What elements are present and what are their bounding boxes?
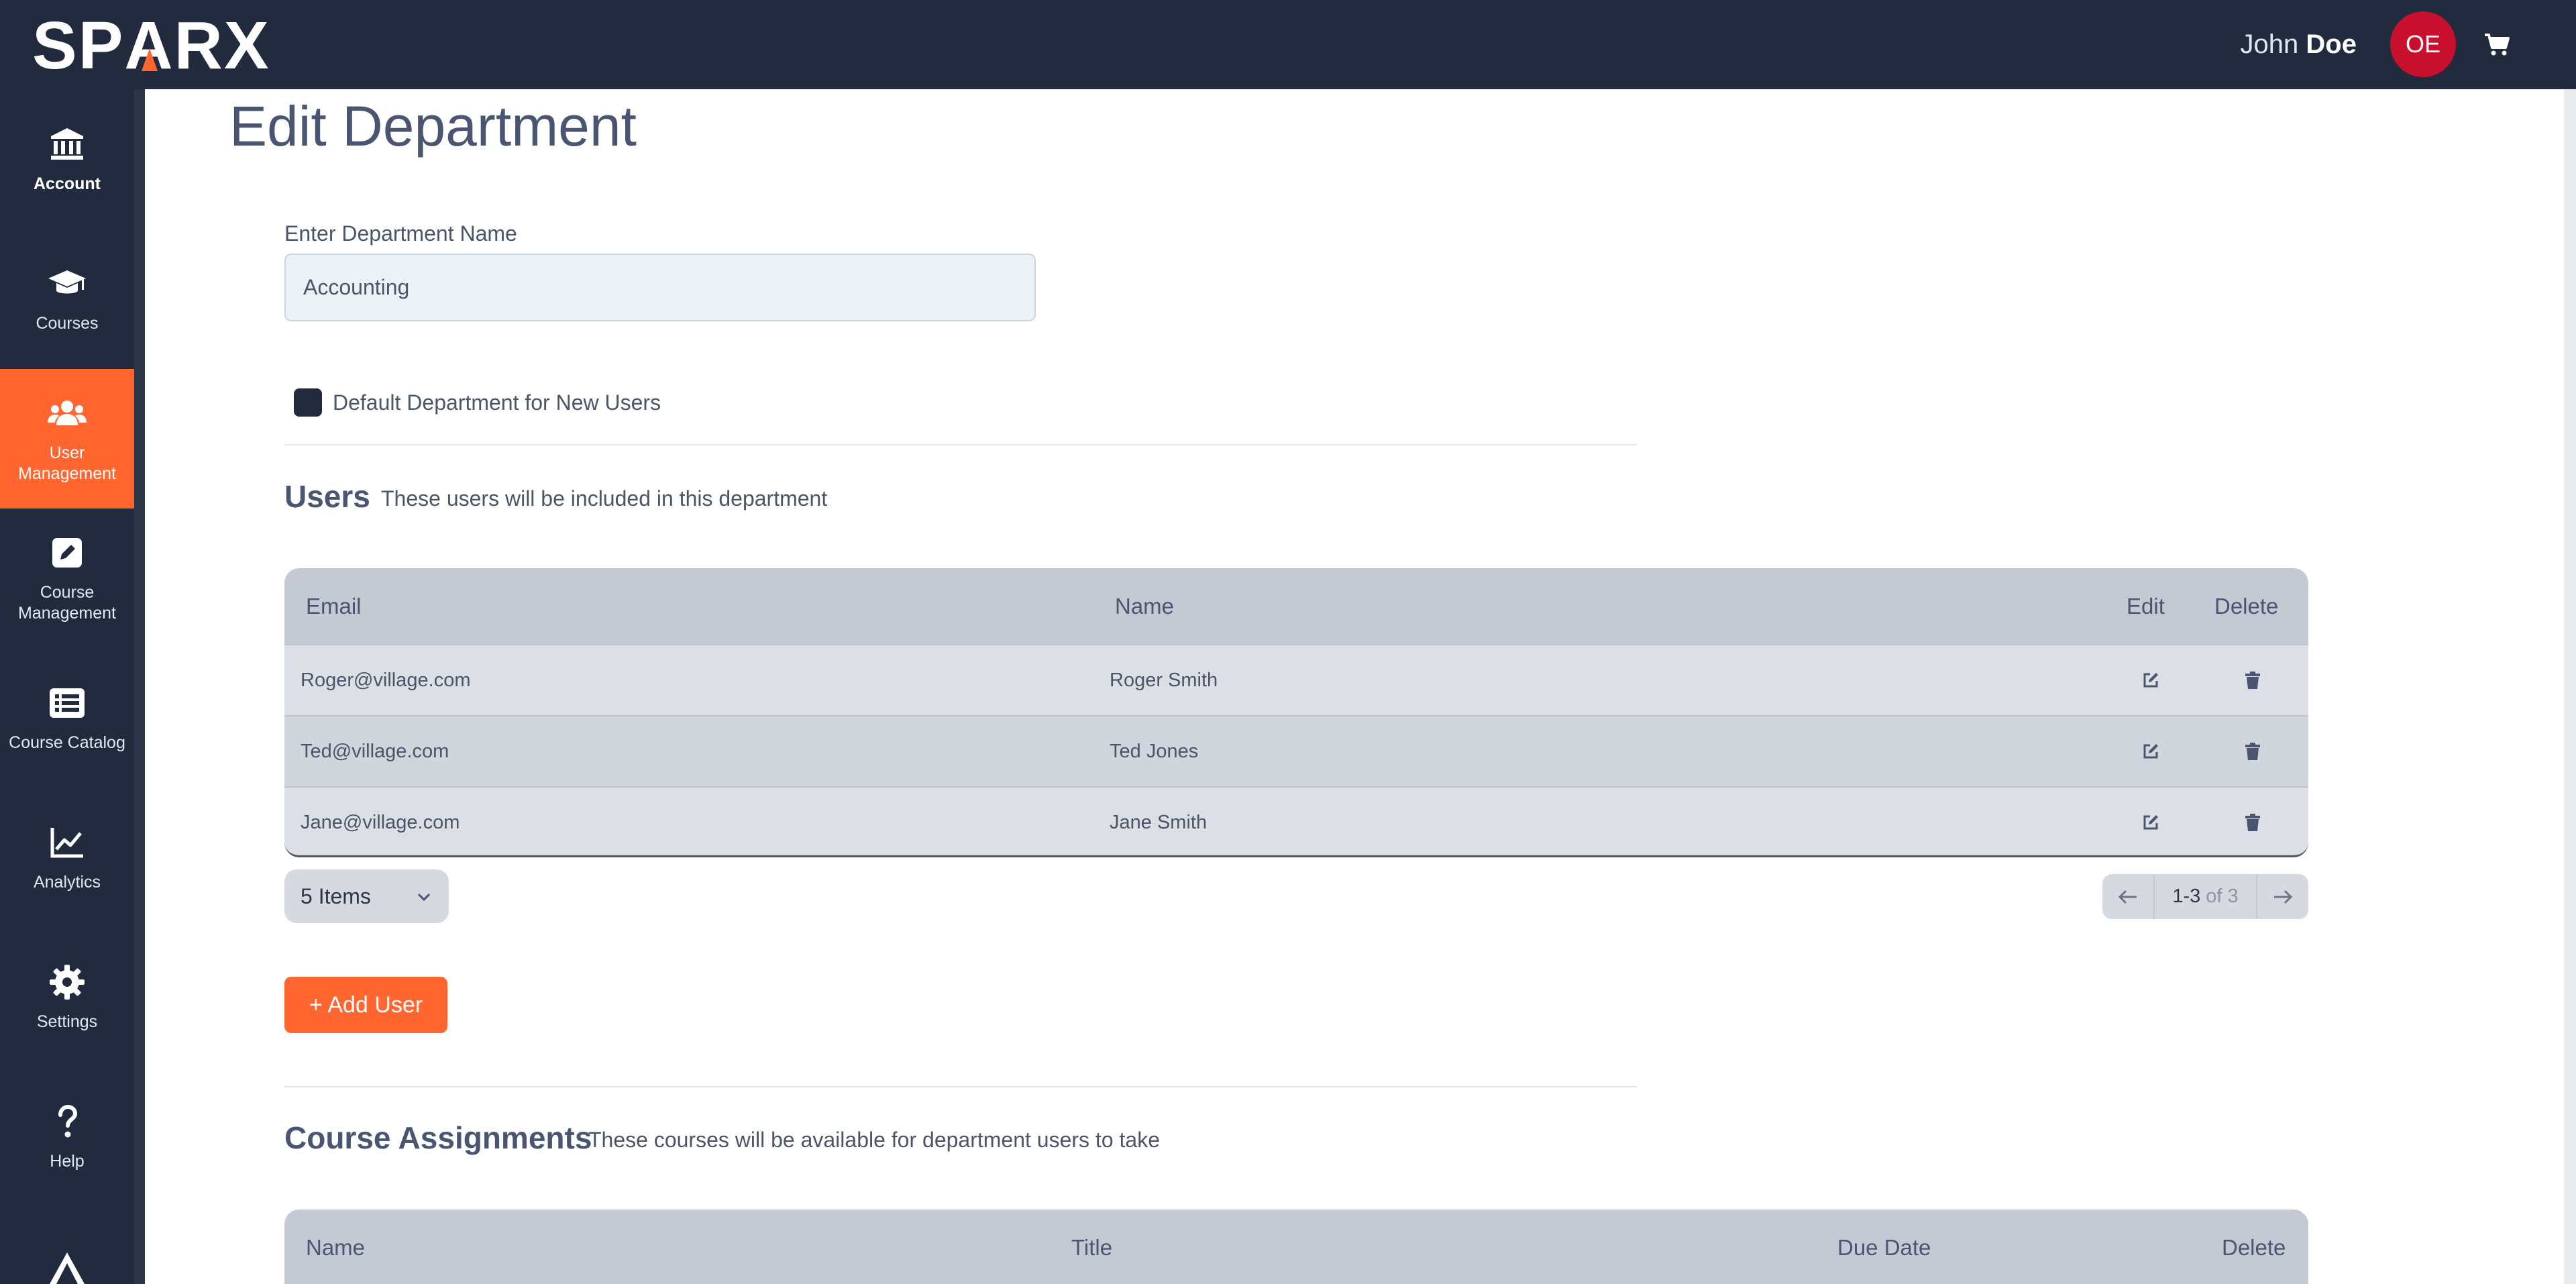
add-user-button[interactable]: + Add User <box>284 977 447 1033</box>
row-name: Ted Jones <box>1110 741 1199 762</box>
next-page-button[interactable] <box>2257 874 2308 919</box>
table-row: Ted@village.com Ted Jones <box>284 715 2308 786</box>
page-size-value: 5 Items <box>301 884 371 908</box>
row-name: Jane Smith <box>1110 812 1208 833</box>
logo-text-right: RX <box>174 8 270 83</box>
sidebar-item-label: User Management <box>18 443 116 483</box>
trash-icon[interactable] <box>2243 671 2262 690</box>
row-email: Jane@village.com <box>301 812 460 833</box>
divider <box>284 444 1637 445</box>
sidebar-item-user-management[interactable]: User Management <box>0 369 134 509</box>
column-header-title[interactable]: Title <box>1071 1210 1112 1284</box>
sidebar-item-label: Settings <box>36 1012 98 1031</box>
table-row: Roger@village.com Roger Smith <box>284 644 2308 715</box>
logo-text-a: A <box>124 8 174 83</box>
column-header-due-date[interactable]: Due Date <box>1837 1210 1931 1284</box>
list-icon <box>50 688 85 718</box>
arrow-left-icon <box>2118 890 2137 904</box>
pagination-total: of 3 <box>2206 886 2239 907</box>
logo-text-left: SP <box>32 8 125 83</box>
column-header-delete: Delete <box>2222 1235 2286 1260</box>
arrow-right-icon <box>2274 890 2293 904</box>
cart-icon[interactable] <box>2483 33 2510 57</box>
top-navbar: SPA RX John Doe OE <box>0 0 2576 89</box>
sidebar-item-label: Course Catalog <box>9 733 125 752</box>
sidebar-item-help[interactable]: Help <box>0 1067 134 1206</box>
user-first-name: John <box>2240 30 2299 59</box>
default-department-label[interactable]: Default Department for New Users <box>333 389 661 416</box>
column-header-email[interactable]: Email <box>306 568 362 644</box>
page-size-select[interactable]: 5 Items <box>284 869 449 923</box>
column-header-name[interactable]: Name <box>1115 568 1174 644</box>
user-name[interactable]: John Doe <box>2241 27 2357 62</box>
bank-icon <box>51 127 83 160</box>
course-assignments-header: Name Title Due Date Delete <box>284 1210 2308 1284</box>
sidebar-item-account[interactable]: Account <box>0 89 134 229</box>
pagination: 1-3 of 3 <box>2102 874 2308 919</box>
sidebar: Account Courses User Management Course M… <box>0 89 134 1284</box>
user-last-name: Doe <box>2306 30 2357 59</box>
table-row: Jane@village.com Jane Smith <box>284 786 2308 857</box>
column-header-delete: Delete <box>2214 594 2279 619</box>
edit-icon[interactable] <box>2141 813 2160 832</box>
sparx-mark-icon <box>50 1252 85 1284</box>
edit-icon[interactable] <box>2141 671 2160 690</box>
users-section-title: Users <box>284 479 370 514</box>
department-name-input[interactable] <box>284 254 1036 321</box>
edit-icon[interactable] <box>2141 742 2160 761</box>
default-department-checkbox[interactable] <box>294 388 322 417</box>
course-assignments-subtitle: These courses will be available for depa… <box>588 1128 1160 1152</box>
users-table-header: Email Name Edit Delete <box>284 568 2308 644</box>
prev-page-button[interactable] <box>2102 874 2153 919</box>
users-icon <box>48 400 87 425</box>
course-assignments-title: Course Assignments <box>284 1120 592 1155</box>
page-scrollbar[interactable] <box>2564 89 2576 1284</box>
avatar[interactable]: OE <box>2390 11 2456 77</box>
course-assignments-table: Name Title Due Date Delete <box>284 1210 2308 1284</box>
row-name: Roger Smith <box>1110 670 1218 691</box>
logo-flame-icon <box>141 48 158 71</box>
gear-icon <box>50 964 85 1000</box>
trash-icon[interactable] <box>2243 813 2262 832</box>
sidebar-item-label: Courses <box>36 313 99 333</box>
sidebar-item-course-catalog[interactable]: Course Catalog <box>0 648 134 788</box>
column-header-name[interactable]: Name <box>306 1210 365 1284</box>
question-icon <box>58 1104 78 1137</box>
column-header-edit: Edit <box>2127 594 2165 619</box>
sidebar-item-analytics[interactable]: Analytics <box>0 788 134 927</box>
sidebar-item-label: Help <box>50 1151 85 1171</box>
pagination-range: 1-3 of 3 <box>2153 874 2257 919</box>
divider <box>284 1086 1637 1087</box>
graduation-cap-icon <box>48 270 86 293</box>
sidebar-item-courses[interactable]: Courses <box>0 229 134 368</box>
sidebar-item-label: Account <box>34 174 101 193</box>
page-title: Edit Department <box>229 95 637 158</box>
edit-square-icon <box>52 538 82 568</box>
sidebar-item-settings[interactable]: Settings <box>0 927 134 1067</box>
row-email: Ted@village.com <box>301 741 449 762</box>
sidebar-scroll-strip <box>134 89 145 1284</box>
department-name-label: Enter Department Name <box>284 221 517 246</box>
users-section-subtitle: These users will be included in this dep… <box>381 486 828 511</box>
trash-icon[interactable] <box>2243 742 2262 761</box>
sidebar-item-label: Analytics <box>33 872 101 892</box>
line-chart-icon <box>50 827 83 857</box>
sparx-logo[interactable]: SPA RX <box>32 12 270 79</box>
sidebar-item-label: Course Management <box>18 583 116 623</box>
chevron-down-icon <box>417 893 431 902</box>
pagination-range-value: 1-3 <box>2172 886 2201 907</box>
sidebar-item-course-management[interactable]: Course Management <box>0 509 134 648</box>
users-table: Email Name Edit Delete Roger@village.com… <box>284 568 2308 857</box>
row-email: Roger@village.com <box>301 670 471 691</box>
